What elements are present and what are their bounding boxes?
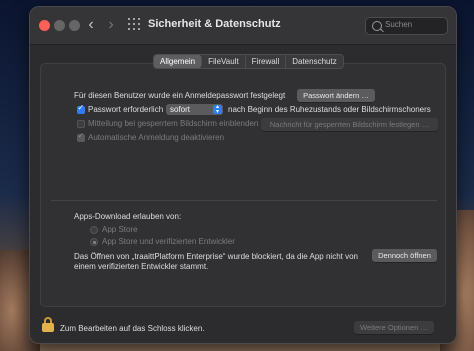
radio-identified-developers[interactable] [90,238,98,246]
require-password-value: sofort [170,105,191,114]
password-set-text: Für diesen Benutzer wurde ein Anmeldepas… [74,91,286,100]
radio-app-store-label: App Store [102,225,138,234]
chevron-left-icon[interactable]: ‹ [83,16,99,34]
downloads-heading: Apps-Download erlauben von: [74,212,182,221]
title-bar: ‹ › Sicherheit & Datenschutz Suchen [30,7,456,45]
tab-datenschutz[interactable]: Datenschutz [286,55,342,68]
blocked-message-line2: einem verifizierten Entwickler stammt. [74,262,209,271]
preferences-window: ‹ › Sicherheit & Datenschutz Suchen Für … [29,6,457,344]
zoom-button[interactable] [69,20,80,31]
auto-login-checkbox[interactable] [77,131,85,142]
lock-message-checkbox[interactable] [77,120,85,128]
open-anyway-button[interactable]: Dennoch öffnen [372,249,437,262]
window-title: Sicherheit & Datenschutz [148,18,281,30]
search-placeholder: Suchen [385,20,413,29]
chevron-right-icon[interactable]: › [103,16,119,34]
lock-icon[interactable] [42,317,54,332]
auto-login-label: Automatische Anmeldung deaktivieren [88,133,225,142]
lock-message-button[interactable]: Nachricht für gesperrten Bildschirm fest… [261,118,438,131]
tab-filevault[interactable]: FileVault [202,55,246,68]
tab-bar: Allgemein FileVault Firewall Datenschutz [153,54,344,69]
require-password-label: Passwort erforderlich [88,105,164,114]
blocked-message-line1: Das Öffnen von „traaittPlatform Enterpri… [74,252,358,261]
grid-icon[interactable] [128,18,140,30]
change-password-button[interactable]: Passwort ändern … [297,89,375,102]
settings-panel: Für diesen Benutzer wurde ein Anmeldepas… [40,63,446,307]
lock-hint-text: Zum Bearbeiten auf das Schloss klicken. [60,324,205,333]
require-password-select[interactable]: sofort ▴ ▾ [166,104,223,115]
search-field[interactable]: Suchen [365,17,448,35]
require-password-checkbox[interactable] [77,103,85,114]
advanced-options-button[interactable]: Weitere Optionen … [354,321,434,334]
lock-body [42,323,54,332]
minimize-button[interactable] [54,20,65,31]
tab-allgemein[interactable]: Allgemein [154,55,203,68]
lock-message-label: Mitteilung bei gesperrtem Bildschirm ein… [88,119,259,128]
radio-app-store[interactable] [90,226,98,234]
select-arrows-icon: ▴ ▾ [213,104,222,115]
tab-firewall[interactable]: Firewall [246,55,287,68]
section-divider [51,200,437,201]
search-icon [372,21,382,31]
close-button[interactable] [39,20,50,31]
require-password-suffix: nach Beginn des Ruhezustands oder Bildsc… [228,105,431,114]
radio-identified-label: App Store und verifizierten Entwickler [102,237,235,246]
